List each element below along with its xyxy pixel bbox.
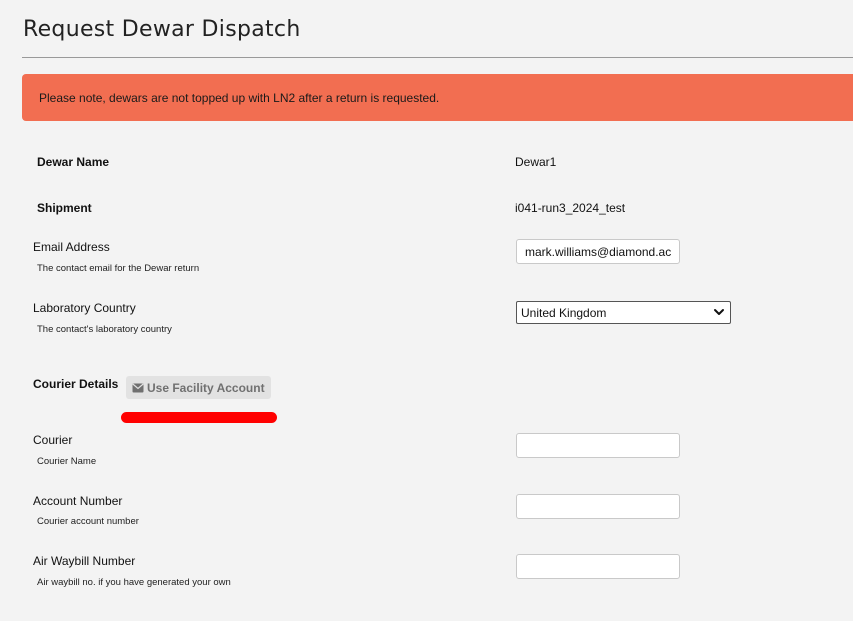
country-help: The contact's laboratory country	[37, 324, 172, 335]
account-number-help: Courier account number	[37, 516, 139, 527]
country-select[interactable]: United Kingdom	[516, 301, 731, 324]
account-number-label: Account Number	[33, 494, 123, 508]
use-facility-account-button[interactable]: Use Facility Account	[126, 376, 271, 399]
envelope-icon	[132, 383, 144, 392]
shipment-value: i041-run3_2024_test	[515, 201, 626, 215]
red-highlight-underline	[121, 412, 277, 423]
courier-details-label: Courier Details	[33, 377, 119, 391]
chevron-down-icon	[714, 309, 724, 315]
page-title: Request Dewar Dispatch	[23, 17, 301, 42]
courier-name-field[interactable]	[516, 433, 680, 458]
email-label: Email Address	[33, 240, 110, 254]
email-help: The contact email for the Dewar return	[37, 263, 200, 274]
air-waybill-field[interactable]	[516, 554, 680, 579]
email-field[interactable]	[516, 239, 680, 264]
air-waybill-help: Air waybill no. if you have generated yo…	[37, 577, 231, 588]
air-waybill-label: Air Waybill Number	[33, 554, 136, 568]
courier-label: Courier	[33, 433, 73, 447]
use-facility-account-label: Use Facility Account	[147, 380, 265, 395]
notice-text: Please note, dewars are not topped up wi…	[39, 90, 440, 105]
dewar-name-label: Dewar Name	[37, 155, 110, 169]
title-divider	[22, 57, 853, 58]
country-selected-value: United Kingdom	[521, 305, 607, 320]
country-label: Laboratory Country	[33, 301, 136, 315]
dewar-name-value: Dewar1	[515, 155, 557, 169]
account-number-field[interactable]	[516, 494, 680, 519]
shipment-label: Shipment	[37, 201, 92, 215]
dewar-dispatch-page: Request Dewar Dispatch Please note, dewa…	[0, 0, 853, 621]
ln2-notice-banner: Please note, dewars are not topped up wi…	[22, 74, 853, 121]
courier-help: Courier Name	[37, 456, 97, 467]
